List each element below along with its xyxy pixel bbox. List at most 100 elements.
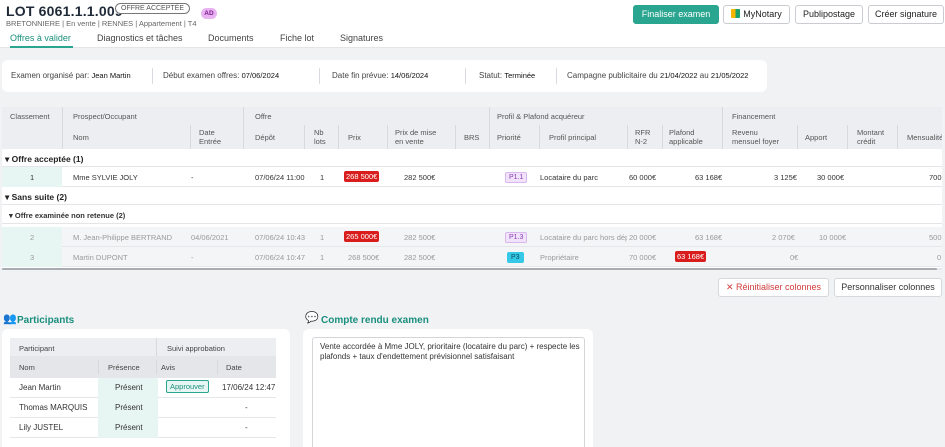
head-participant: Participant bbox=[19, 344, 55, 353]
participant-row[interactable]: Thomas MARQUIS Présent - bbox=[10, 398, 276, 418]
participant-row[interactable]: Lily JUSTEL Présent - bbox=[10, 418, 276, 438]
page-title: LOT 6061.1.1.009 bbox=[6, 3, 123, 19]
mensualite: 700 bbox=[929, 173, 942, 182]
group-sans-suite[interactable]: ▾ Sans suite (2) bbox=[2, 187, 942, 205]
divider bbox=[489, 107, 490, 149]
report-text: Vente accordée à Mme JOLY, prioritaire (… bbox=[320, 342, 580, 361]
col-presence[interactable]: Présence bbox=[108, 363, 140, 372]
col-plafond-l2: applicable bbox=[669, 137, 703, 146]
group-accepted[interactable]: ▾ Offre acceptée (1) bbox=[2, 149, 942, 167]
participants-table: Participant Suivi approbation Nom Présen… bbox=[10, 338, 276, 447]
col-plafond[interactable]: Plafond applicable bbox=[669, 128, 703, 146]
customize-columns-label: Personnaliser colonnes bbox=[841, 282, 935, 292]
col-mensualite[interactable]: Mensualité bbox=[907, 133, 942, 142]
table-row[interactable]: 1 Mme SYLVIE JOLY - 07/06/24 11:00 1 268… bbox=[2, 167, 942, 187]
revenu: 3 125€ bbox=[774, 173, 797, 182]
offers-table: Classement Prospect/Occupant Offre Profi… bbox=[2, 107, 942, 270]
table-row[interactable]: 2 M. Jean-Philippe BERTRAND 04/06/2021 0… bbox=[2, 227, 942, 247]
prospect-name: Mme SYLVIE JOLY bbox=[73, 173, 138, 182]
end-value: 14/06/2024 bbox=[390, 71, 429, 80]
mynotary-button[interactable]: MyNotary bbox=[723, 5, 790, 24]
finalize-exam-label: Finaliser examen bbox=[641, 9, 711, 19]
plafond-value: 63 168€ bbox=[675, 251, 707, 262]
rfr: 70 000€ bbox=[629, 253, 657, 262]
table-header bbox=[2, 107, 942, 149]
prix-mise: 282 500€ bbox=[404, 253, 436, 262]
exam-start: Début examen offres: 07/06/2024 bbox=[163, 71, 279, 80]
publipostage-button[interactable]: Publipostage bbox=[795, 5, 863, 24]
divider bbox=[217, 360, 218, 374]
revenu: 2 070€ bbox=[772, 233, 795, 242]
group-sans-suite-label: ▾ Sans suite (2) bbox=[5, 192, 67, 202]
date-entree: - bbox=[191, 173, 194, 182]
participants-header-groups: Participant Suivi approbation bbox=[10, 338, 276, 356]
col-depot[interactable]: Dépôt bbox=[255, 133, 275, 142]
customize-columns-button[interactable]: Personnaliser colonnes bbox=[834, 278, 942, 297]
divider bbox=[387, 125, 388, 149]
tab-fiche-lot[interactable]: Fiche lot bbox=[280, 31, 314, 48]
col-avis[interactable]: Avis bbox=[161, 363, 175, 372]
create-signature-label: Créer signature bbox=[874, 9, 938, 19]
tab-diagnostics[interactable]: Diagnostics et tâches bbox=[97, 31, 183, 48]
prix: 265 000€ bbox=[344, 231, 380, 242]
nb-lots: 1 bbox=[320, 253, 325, 262]
col-date[interactable]: Date bbox=[226, 363, 242, 372]
divider bbox=[304, 125, 305, 149]
tab-signatures[interactable]: Signatures bbox=[340, 31, 383, 48]
create-signature-button[interactable]: Créer signature bbox=[868, 5, 944, 24]
col-revenu-l1: Revenu bbox=[732, 128, 758, 137]
exam-status: Statut: Terminée bbox=[479, 71, 535, 80]
participant-presence: Présent bbox=[115, 383, 143, 392]
col-rfr-l1: RFR bbox=[635, 128, 651, 137]
col-priorite[interactable]: Priorité bbox=[497, 133, 521, 142]
col-prix-mise-l2: en vente bbox=[395, 137, 424, 146]
participant-avis[interactable]: Approuver bbox=[166, 380, 209, 393]
tab-offres-a-valider[interactable]: Offres à valider bbox=[10, 31, 73, 48]
col-revenu[interactable]: Revenu mensuel foyer bbox=[732, 128, 779, 146]
col-date-entree-l2: Entrée bbox=[199, 137, 222, 146]
divider bbox=[455, 125, 456, 149]
col-prix[interactable]: Prix bbox=[348, 133, 361, 142]
apport: 10 000€ bbox=[819, 233, 847, 242]
approve-tag: Approuver bbox=[166, 380, 209, 393]
col-apport[interactable]: Apport bbox=[805, 133, 827, 142]
subgroup-non-retenue-text: Offre examinée non retenue (2) bbox=[14, 211, 126, 220]
mynotary-logo-icon bbox=[731, 9, 741, 18]
col-nom[interactable]: Nom bbox=[73, 133, 89, 142]
end-label: Date fin prévue: bbox=[332, 71, 389, 80]
prix: 268 500€ bbox=[344, 171, 380, 182]
col-brs[interactable]: BRS bbox=[464, 133, 479, 142]
tab-documents[interactable]: Documents bbox=[208, 31, 254, 48]
participant-row[interactable]: Jean Martin Présent Approuver 17/06/24 1… bbox=[10, 378, 276, 398]
divider bbox=[62, 107, 63, 149]
depot: 07/06/24 10:43 bbox=[255, 233, 306, 242]
publipostage-label: Publipostage bbox=[802, 9, 856, 19]
divider bbox=[797, 125, 798, 149]
prospect-name: M. Jean-Philippe BERTRAND bbox=[73, 233, 173, 242]
col-rfr-l2: N-2 bbox=[635, 137, 648, 146]
subgroup-non-retenue[interactable]: ▾ Offre examinée non retenue (2) bbox=[2, 206, 942, 224]
divider bbox=[847, 125, 848, 149]
col-rfr[interactable]: RFR N-2 bbox=[635, 128, 650, 146]
plafond: 63 168€ bbox=[675, 251, 707, 262]
col-nom[interactable]: Nom bbox=[19, 363, 35, 372]
col-montant-l2: crédit bbox=[857, 137, 876, 146]
table-row[interactable]: 3 Martin DUPONT - 07/06/24 10:47 1 268 5… bbox=[2, 247, 942, 267]
divider bbox=[897, 125, 898, 149]
divider bbox=[662, 125, 663, 149]
finalize-exam-button[interactable]: Finaliser examen bbox=[633, 5, 719, 24]
col-profil[interactable]: Profil principal bbox=[549, 133, 596, 142]
scrollbar-thumb[interactable] bbox=[2, 268, 937, 270]
col-prix-mise[interactable]: Prix de mise en vente bbox=[395, 128, 436, 146]
campaign-period: Campagne publicitaire du 21/04/2022 au 2… bbox=[567, 71, 748, 80]
col-nb-lots[interactable]: Nb lots bbox=[314, 128, 326, 146]
col-revenu-l2: mensuel foyer bbox=[732, 137, 780, 146]
col-montant[interactable]: Montant crédit bbox=[857, 128, 884, 146]
divider bbox=[627, 125, 628, 149]
reset-columns-button[interactable]: ✕ Réinitialiser colonnes bbox=[718, 278, 829, 297]
col-nb-lots-l1: Nb bbox=[314, 128, 324, 137]
status-value: Terminée bbox=[504, 71, 536, 80]
priorite-tag: P1.1 bbox=[505, 172, 528, 183]
col-date-entree[interactable]: Date Entrée bbox=[199, 128, 221, 146]
divider bbox=[156, 338, 157, 356]
